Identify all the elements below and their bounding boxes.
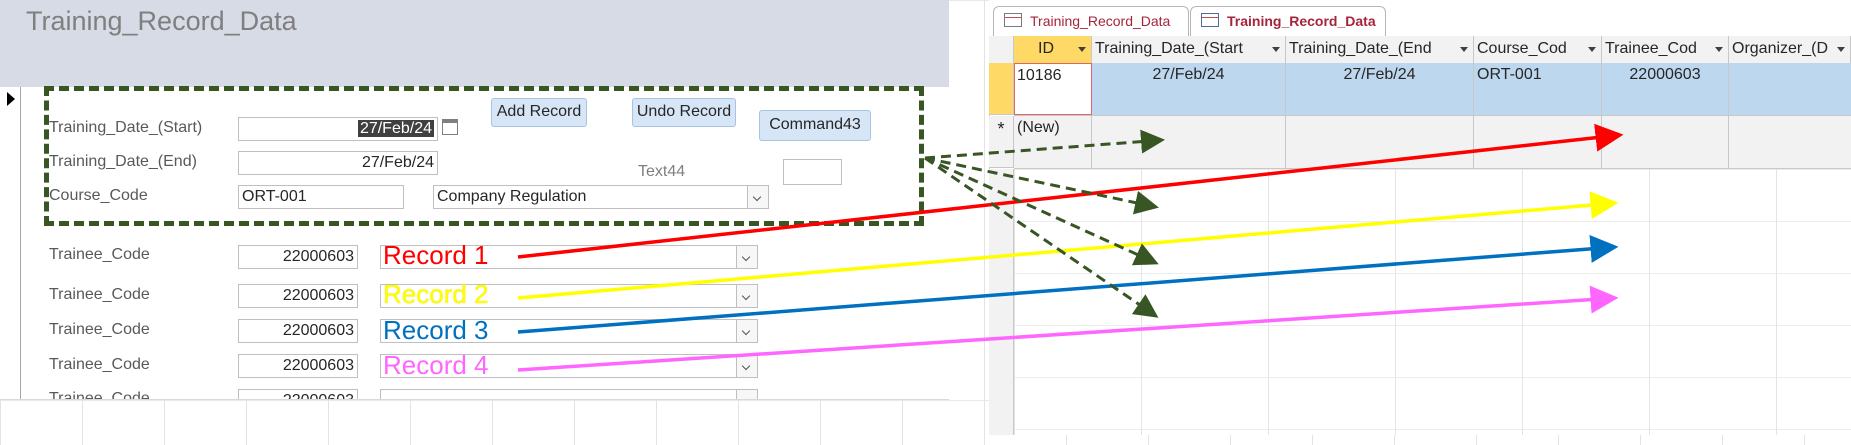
annotation-overlay	[517, 123, 1624, 372]
record-arrow-4	[517, 285, 1619, 372]
record-arrow-2	[517, 191, 1619, 300]
record-arrow-3	[517, 234, 1619, 334]
record-arrow-1	[517, 123, 1624, 259]
